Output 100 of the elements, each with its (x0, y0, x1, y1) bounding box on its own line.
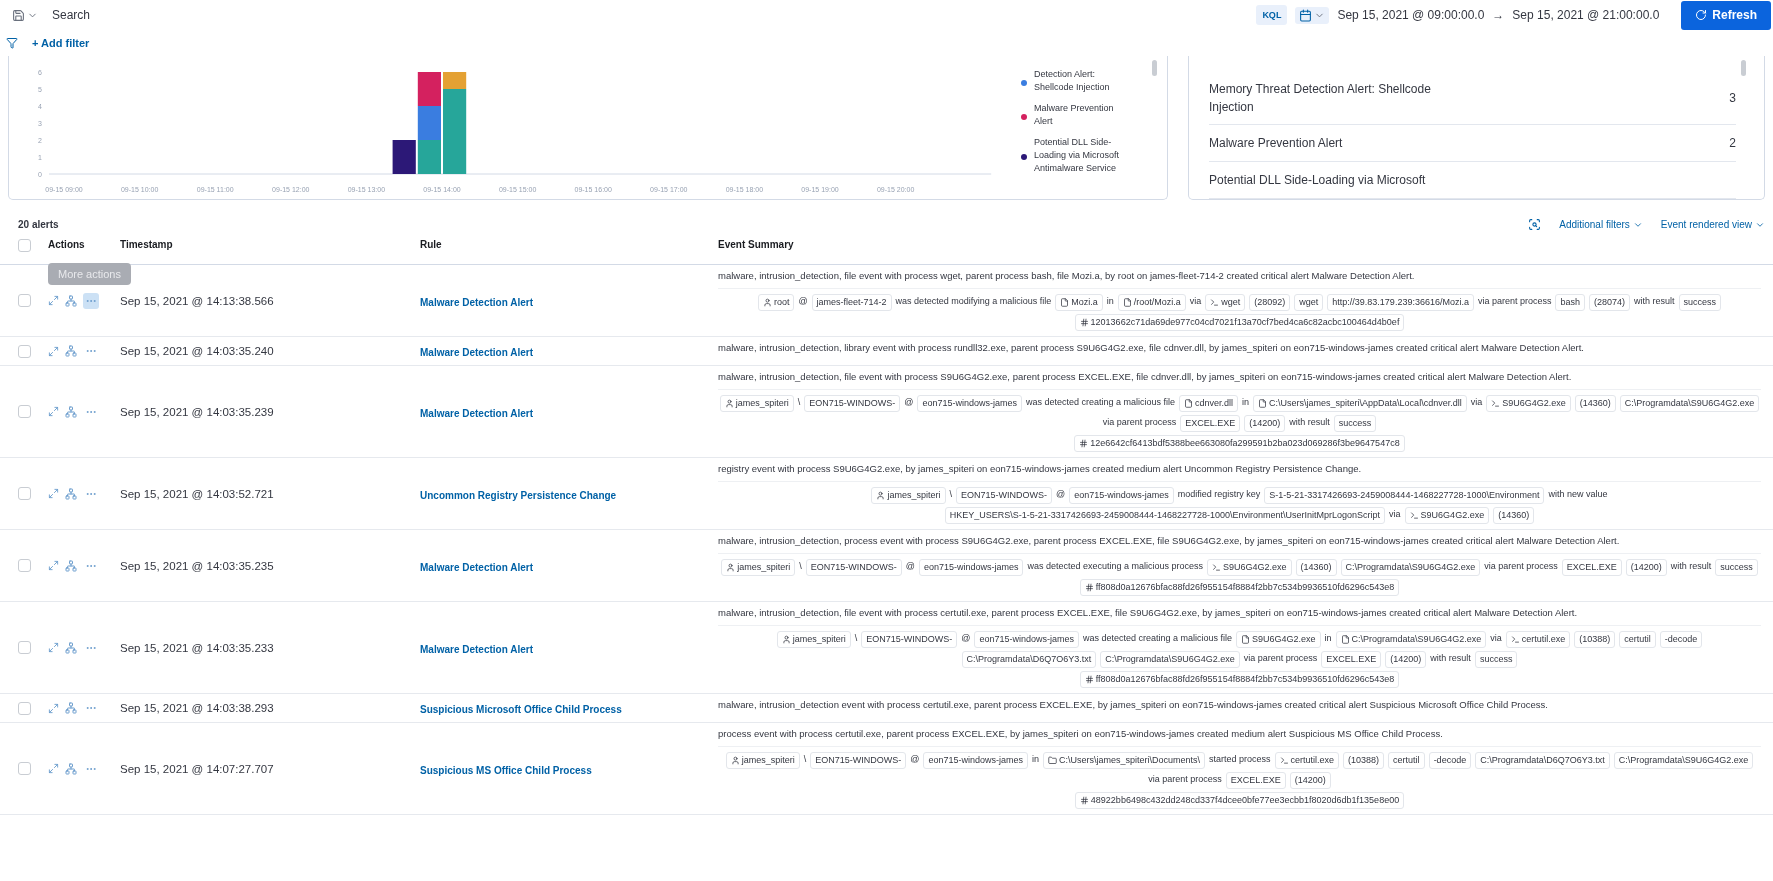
field-value[interactable]: http://39.83.179.239:36616/Mozi.a (1327, 294, 1474, 311)
field-value[interactable]: C:\Users\james_spiteri\Documents\ (1042, 752, 1205, 769)
field-value[interactable]: Mozi.a (1055, 294, 1103, 311)
field-value[interactable]: (28092) (1249, 294, 1291, 311)
field-value[interactable]: /root/Mozi.a (1117, 294, 1186, 311)
add-filter-link[interactable]: + Add filter (32, 37, 90, 49)
expand-icon[interactable] (48, 560, 59, 571)
row-checkbox[interactable] (18, 487, 31, 500)
field-value[interactable]: C:\Programdata\S9U6G4G2.exe (1335, 631, 1487, 648)
row-checkbox[interactable] (18, 344, 31, 358)
column-header[interactable]: Actions (48, 239, 120, 250)
rule-link[interactable]: Malware Detection Alert (420, 643, 533, 655)
rule-link[interactable]: Suspicious MS Office Child Process (420, 764, 592, 776)
search-field[interactable]: Search (50, 7, 1249, 23)
hash-value[interactable]: 48922bb6498c432dd248cd337f4dcee0bfe77ee3ecbb1f8020d6db1f135e8e00 (1074, 792, 1405, 809)
field-value[interactable]: EON715-WINDOWS- (810, 752, 907, 769)
field-value[interactable]: certutil.exe (1274, 752, 1340, 769)
end-date[interactable]: Sep 15, 2021 @ 21:00:00.0 (1512, 8, 1660, 22)
field-value[interactable]: certutil (1619, 631, 1656, 648)
hierarchy-icon[interactable] (65, 762, 77, 775)
field-value[interactable]: (14360) (1493, 507, 1535, 524)
field-value[interactable]: C:\Programdata\D6Q7O6Y3.txt (1475, 752, 1610, 769)
field-value[interactable]: james_spiteri (719, 395, 794, 412)
field-value[interactable]: (14200) (1289, 772, 1331, 789)
field-value[interactable]: C:\Programdata\S9U6G4G2.exe (1340, 559, 1481, 576)
field-value[interactable]: (28074) (1589, 294, 1631, 311)
field-value[interactable]: S-1-5-21-3317426693-2459008444-1468227728-1000\Environment (1264, 487, 1545, 504)
expand-icon[interactable] (48, 488, 59, 499)
field-value[interactable]: wget (1294, 294, 1324, 311)
field-value[interactable]: C:\Programdata\D6Q7O6Y3.txt (961, 651, 1097, 668)
field-value[interactable]: certutil (1388, 752, 1425, 769)
column-header[interactable]: Event Summary (718, 239, 1761, 250)
more-actions-button[interactable] (83, 292, 99, 309)
field-value[interactable]: eon715-windows-james (923, 752, 1028, 769)
inspect-icon[interactable] (1528, 218, 1542, 231)
field-value[interactable]: (14200) (1385, 651, 1427, 668)
hash-value[interactable]: 12e6642cf6413bdf5388bee663080fa299591b2ba023d069286f3be9647547c8 (1074, 435, 1405, 452)
rule-link[interactable]: Suspicious Microsoft Office Child Process (420, 704, 622, 715)
hierarchy-icon[interactable] (65, 294, 77, 307)
field-value[interactable]: C:\Users\james_spiteri\AppData\Local\cdnver.dll (1253, 395, 1467, 412)
hierarchy-icon[interactable] (65, 702, 77, 714)
field-value[interactable]: S9U6G4G2.exe (1207, 559, 1292, 576)
field-value[interactable]: C:\Programdata\S9U6G4G2.exe (1100, 651, 1240, 668)
column-header[interactable]: Rule (420, 239, 718, 250)
row-checkbox[interactable] (18, 762, 31, 775)
field-value[interactable]: james_spiteri (776, 631, 851, 648)
row-checkbox[interactable] (18, 641, 31, 654)
field-value[interactable]: (10388) (1574, 631, 1616, 648)
field-value[interactable]: success (1474, 651, 1518, 668)
field-value[interactable]: EON715-WINDOWS- (861, 631, 958, 648)
column-header[interactable]: Timestamp (120, 239, 420, 250)
field-value[interactable]: (14200) (1625, 559, 1667, 576)
field-value[interactable]: EXCEL.EXE (1180, 415, 1241, 432)
view-selector[interactable]: Event rendered view (1660, 219, 1765, 230)
refresh-button[interactable]: Refresh (1681, 0, 1771, 30)
field-value[interactable]: -decode (1428, 752, 1472, 769)
field-value[interactable]: wget (1205, 294, 1246, 311)
hash-value[interactable]: 12013662c71da69de977c04cd7021f13a70cf7bed4ca6c82acbc100464d4b0ef (1074, 314, 1405, 331)
field-value[interactable]: (14360) (1295, 559, 1337, 576)
field-value[interactable]: james_spiteri (725, 752, 800, 769)
field-value[interactable]: success (1715, 559, 1758, 576)
rule-link[interactable]: Malware Detection Alert (420, 347, 533, 358)
language-button[interactable]: KQL (1256, 5, 1288, 25)
expand-icon[interactable] (48, 642, 59, 653)
field-value[interactable]: EXCEL.EXE (1321, 651, 1382, 668)
field-value[interactable]: eon715-windows-james (918, 559, 1024, 576)
field-value[interactable]: eon715-windows-james (974, 631, 1079, 648)
hierarchy-icon[interactable] (65, 559, 77, 572)
rule-link[interactable]: Uncommon Registry Persistence Change (420, 489, 617, 501)
field-value[interactable]: james-fleet-714-2 (811, 294, 892, 311)
field-value[interactable]: (10388) (1343, 752, 1385, 769)
row-checkbox[interactable] (18, 559, 31, 572)
field-value[interactable]: EXCEL.EXE (1561, 559, 1622, 576)
field-value[interactable]: james_spiteri (871, 487, 946, 504)
field-value[interactable]: certutil.exe (1505, 631, 1571, 648)
field-value[interactable]: eon715-windows-james (1069, 487, 1174, 504)
legend-label[interactable]: Malware Prevention Alert (1034, 102, 1129, 128)
hash-value[interactable]: ff808d0a12676bfac88fd26f955154f8884f2bb7c534b9936510fd6296c543e8 (1079, 671, 1400, 688)
field-value[interactable]: bash (1555, 294, 1585, 311)
rule-link[interactable]: Malware Detection Alert (420, 296, 533, 308)
field-value[interactable]: root (757, 294, 795, 311)
additional-filters-button[interactable]: Additional filters (1559, 219, 1643, 230)
hierarchy-icon[interactable] (65, 641, 77, 654)
field-value[interactable]: cdnver.dll (1179, 395, 1239, 412)
field-value[interactable]: james_spiteri (721, 559, 796, 576)
field-value[interactable]: EON715-WINDOWS- (804, 395, 901, 412)
legend-label[interactable]: Potential DLL Side-Loading via Microsoft Antimalware Service (1034, 136, 1129, 175)
field-value[interactable]: HKEY_USERS\S-1-5-21-3317426693-2459008444-1468227728-1000\Environment\UserInitMprLogonScript (944, 507, 1386, 524)
expand-icon[interactable] (48, 295, 59, 306)
field-value[interactable]: EON715-WINDOWS- (956, 487, 1053, 504)
expand-icon[interactable] (48, 702, 59, 714)
scrollbar[interactable] (1741, 60, 1746, 76)
field-value[interactable]: C:\Programdata\S9U6G4G2.exe (1613, 752, 1754, 769)
scrollbar[interactable] (1152, 60, 1157, 76)
hierarchy-icon[interactable] (65, 405, 77, 418)
legend-label[interactable]: Detection Alert: Shellcode Injection (1034, 68, 1129, 94)
field-value[interactable]: success (1678, 294, 1722, 311)
select-all-checkbox[interactable] (18, 239, 31, 252)
date-picker-button[interactable] (1295, 6, 1330, 24)
hash-value[interactable]: ff808d0a12676bfac88fd26f955154f8884f2bb7c534b9936510fd6296c543e8 (1079, 579, 1400, 596)
